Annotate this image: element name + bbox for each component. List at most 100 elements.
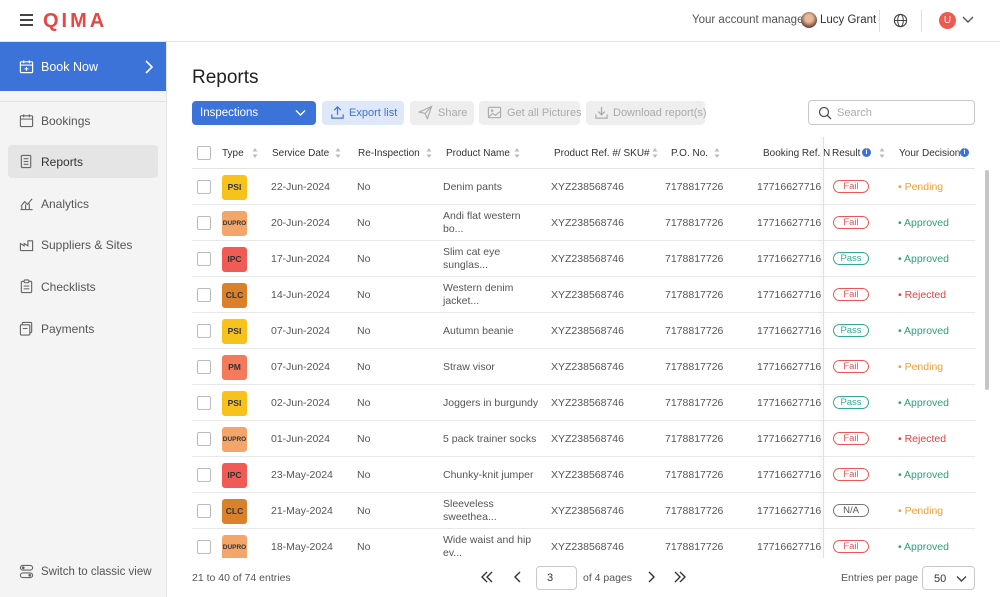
table-row[interactable]: PSI 02-Jun-2024 No Joggers in burgundy XYZ23… xyxy=(192,385,975,421)
clipboard-icon xyxy=(20,279,33,294)
column-header-product-name[interactable]: Product Name xyxy=(446,148,510,159)
service-date: 18-May-2024 xyxy=(271,541,333,553)
hamburger-menu-icon[interactable] xyxy=(20,14,33,26)
chevron-down-icon[interactable] xyxy=(962,15,974,25)
decision-status: • Pending xyxy=(898,361,944,373)
sort-icon[interactable] xyxy=(714,147,720,159)
row-checkbox[interactable] xyxy=(197,540,211,554)
sort-icon[interactable] xyxy=(335,147,341,159)
po-number: 7178817726 xyxy=(665,469,724,481)
previous-page-icon[interactable] xyxy=(510,569,526,585)
table-scrollbar[interactable] xyxy=(985,170,989,390)
row-checkbox[interactable] xyxy=(197,396,211,410)
type-badge: PSI xyxy=(222,391,247,416)
last-page-icon[interactable] xyxy=(672,569,688,585)
re-inspection: No xyxy=(357,289,371,301)
table-row[interactable]: PSI 07-Jun-2024 No Autumn beanie XYZ23856874… xyxy=(192,313,975,349)
sort-icon[interactable] xyxy=(879,147,885,159)
account-manager-name[interactable]: Lucy Grant xyxy=(820,14,876,26)
result-badge: Fail xyxy=(833,468,869,481)
row-checkbox[interactable] xyxy=(197,216,211,230)
po-number: 7178817726 xyxy=(665,253,724,265)
row-checkbox[interactable] xyxy=(197,324,211,338)
booking-ref: 17716627716 xyxy=(757,181,822,193)
switch-classic-view-button[interactable]: Switch to classic view xyxy=(8,556,158,586)
column-header-type[interactable]: Type xyxy=(222,148,244,159)
row-checkbox[interactable] xyxy=(197,180,211,194)
decision-label: Approved xyxy=(904,469,949,481)
row-checkbox[interactable] xyxy=(197,288,211,302)
sort-icon[interactable] xyxy=(652,147,658,159)
sidebar-item-suppliers-sites[interactable]: Suppliers & Sites xyxy=(8,228,158,261)
get-all-pictures-button[interactable]: Get all Pictures xyxy=(479,101,582,125)
sort-icon[interactable] xyxy=(426,147,432,159)
search-input[interactable] xyxy=(837,104,967,121)
result-badge: Pass xyxy=(833,324,869,337)
row-checkbox[interactable] xyxy=(197,360,211,374)
table-row[interactable]: PSI 22-Jun-2024 No Denim pants XYZ238568746 7… xyxy=(192,169,975,205)
column-header-re-inspection[interactable]: Re-Inspection xyxy=(358,148,420,159)
sidebar-item-bookings[interactable]: Bookings xyxy=(8,104,158,137)
report-type-select[interactable]: Inspections xyxy=(192,101,316,125)
column-header-booking-ref[interactable]: Booking Ref. N xyxy=(763,148,830,159)
table-header: Type Service Date Re-Inspection Product … xyxy=(192,137,975,169)
info-icon[interactable]: i xyxy=(862,148,871,157)
result-badge: Pass xyxy=(833,396,869,409)
sidebar-item-checklists[interactable]: Checklists xyxy=(8,270,158,303)
table-row[interactable]: DUPRO 18-May-2024 No Wide waist and hip ev.… xyxy=(192,529,975,558)
export-list-button[interactable]: Export list xyxy=(322,101,404,125)
report-type-value: Inspections xyxy=(200,107,259,119)
product-ref: XYZ238568746 xyxy=(551,181,624,193)
po-number: 7178817726 xyxy=(665,397,724,409)
table-row[interactable]: IPC 17-Jun-2024 No Slim cat eye sunglas... X… xyxy=(192,241,975,277)
column-header-result[interactable]: Result xyxy=(832,148,860,159)
qima-logo[interactable]: QIMA xyxy=(43,10,107,33)
product-ref: XYZ238568746 xyxy=(551,433,624,445)
download-reports-button[interactable]: Download report(s) xyxy=(586,101,707,125)
table-row[interactable]: PM 07-Jun-2024 No Straw visor XYZ238568746 71… xyxy=(192,349,975,385)
table-row[interactable]: IPC 23-May-2024 No Chunky-knit jumper XYZ238… xyxy=(192,457,975,493)
sidebar-item-analytics[interactable]: Analytics xyxy=(8,187,158,220)
column-header-service-date[interactable]: Service Date xyxy=(272,148,329,159)
table-row[interactable]: CLC 21-May-2024 No Sleeveless sweethea... XY… xyxy=(192,493,975,529)
switch-classic-label: Switch to classic view xyxy=(41,566,152,578)
sort-icon[interactable] xyxy=(252,147,258,159)
share-button[interactable]: Share xyxy=(410,101,474,125)
column-header-product-ref[interactable]: Product Ref. #/ SKU# xyxy=(554,148,650,159)
decision-status: • Pending xyxy=(898,181,944,193)
result-badge: Pass xyxy=(833,252,869,265)
product-ref: XYZ238568746 xyxy=(551,325,624,337)
result-badge: Fail xyxy=(833,288,869,301)
globe-icon[interactable] xyxy=(893,13,908,28)
divider xyxy=(0,101,166,102)
sort-icon[interactable] xyxy=(514,147,520,159)
first-page-icon[interactable] xyxy=(479,569,495,585)
sidebar-item-payments[interactable]: Payments xyxy=(8,312,158,345)
row-checkbox[interactable] xyxy=(197,468,211,482)
select-all-checkbox[interactable] xyxy=(197,146,211,160)
row-checkbox[interactable] xyxy=(197,252,211,266)
column-header-po-no[interactable]: P.O. No. xyxy=(671,148,708,159)
table-row[interactable]: DUPRO 20-Jun-2024 No Andi flat western bo..… xyxy=(192,205,975,241)
po-number: 7178817726 xyxy=(665,181,724,193)
product-name: Chunky-knit jumper xyxy=(443,469,534,481)
row-checkbox[interactable] xyxy=(197,432,211,446)
user-avatar[interactable]: U xyxy=(939,12,956,29)
sidebar-item-reports[interactable]: Reports xyxy=(8,145,158,178)
table-row[interactable]: DUPRO 01-Jun-2024 No 5 pack trainer socks XY… xyxy=(192,421,975,457)
product-ref: XYZ238568746 xyxy=(551,541,624,553)
book-now-button[interactable]: Book Now xyxy=(0,42,166,91)
row-checkbox[interactable] xyxy=(197,504,211,518)
table-row[interactable]: CLC 14-Jun-2024 No Western denim jacket... X… xyxy=(192,277,975,313)
reports-table: Type Service Date Re-Inspection Product … xyxy=(192,137,975,558)
page-number-input[interactable] xyxy=(536,566,577,590)
next-page-icon[interactable] xyxy=(643,569,659,585)
image-icon xyxy=(487,106,502,119)
download-icon xyxy=(595,106,608,119)
entries-per-page-select[interactable]: 50 xyxy=(922,566,975,590)
type-badge: PSI xyxy=(222,319,247,344)
product-name: Slim cat eye sunglas... xyxy=(443,246,501,271)
info-icon[interactable]: i xyxy=(960,148,969,157)
column-header-your-decision[interactable]: Your Decision xyxy=(899,148,960,159)
product-ref: XYZ238568746 xyxy=(551,397,624,409)
